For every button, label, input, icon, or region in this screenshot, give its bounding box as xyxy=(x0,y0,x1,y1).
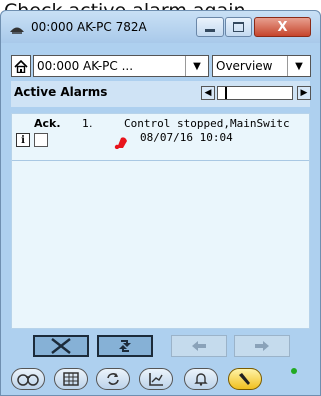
graph-icon xyxy=(149,373,163,386)
wrench-icon xyxy=(239,373,250,385)
chevron-down-icon[interactable]: ▼ xyxy=(185,56,208,76)
next-button[interactable] xyxy=(234,335,290,357)
acknowledge-button[interactable] xyxy=(33,335,89,357)
chevron-down-icon[interactable]: ▼ xyxy=(287,56,310,76)
maximize-button[interactable] xyxy=(225,17,252,37)
prev-button[interactable] xyxy=(171,335,227,357)
home-icon xyxy=(14,59,28,73)
arrow-left-icon xyxy=(192,341,206,351)
service-button[interactable] xyxy=(228,368,262,390)
app-icon xyxy=(10,27,24,34)
scrollbar-thumb[interactable] xyxy=(225,87,227,99)
bottom-navigation xyxy=(9,366,315,394)
status-indicator xyxy=(291,368,297,374)
bell-icon xyxy=(194,373,208,386)
window-title: 00:000 AK-PC 782A xyxy=(31,20,147,34)
home-button[interactable] xyxy=(11,55,31,77)
alarms-button[interactable] xyxy=(184,368,218,390)
x-icon xyxy=(51,338,71,354)
maximize-icon xyxy=(233,22,244,32)
host-select[interactable]: 00:000 AK-PC ... ▼ xyxy=(33,55,209,77)
bell-icon xyxy=(114,137,127,149)
scroll-right-button[interactable]: ▶ xyxy=(297,86,311,100)
graph-button[interactable] xyxy=(139,368,173,390)
action-toolbar xyxy=(33,335,293,359)
refresh-button[interactable] xyxy=(97,335,153,357)
title-bar: 00:000 AK-PC 782A X xyxy=(1,11,320,43)
view-select[interactable]: Overview ▼ xyxy=(212,55,311,77)
grid-icon xyxy=(63,372,79,386)
alarm-header: Active Alarms ◀ ▶ xyxy=(11,81,311,107)
section-title: Active Alarms xyxy=(14,85,108,99)
alarm-list: Ack. 1. Control stopped,MainSwitc i 08/0… xyxy=(11,113,310,329)
arrow-right-icon xyxy=(255,341,269,351)
alarm-number: 1. xyxy=(82,117,93,130)
alarm-message: Control stopped,MainSwitc xyxy=(124,117,290,130)
view-select-value: Overview xyxy=(216,59,273,73)
refresh-icon xyxy=(107,373,119,385)
info-button[interactable]: i xyxy=(16,133,30,147)
refresh-icon xyxy=(119,340,131,352)
overview-button[interactable] xyxy=(11,368,45,390)
minimize-button[interactable] xyxy=(196,17,224,37)
host-select-value: 00:000 AK-PC ... xyxy=(37,59,134,73)
scroll-left-button[interactable]: ◀ xyxy=(201,86,215,100)
app-window: 00:000 AK-PC 782A X 00:000 AK-PC ... ▼ O… xyxy=(0,10,321,396)
ack-label: Ack. xyxy=(34,117,61,130)
minimize-icon xyxy=(205,28,215,32)
navigation-row: 00:000 AK-PC ... ▼ Overview ▼ xyxy=(11,55,311,79)
sync-button[interactable] xyxy=(96,368,130,390)
arrow-right-icon: ▶ xyxy=(300,88,308,98)
close-button[interactable]: X xyxy=(254,17,311,37)
arrow-left-icon: ◀ xyxy=(204,88,212,98)
binoculars-icon xyxy=(17,374,39,386)
alarm-row[interactable]: Ack. 1. Control stopped,MainSwitc i 08/0… xyxy=(12,114,309,161)
grid-button[interactable] xyxy=(54,368,88,390)
horizontal-scrollbar[interactable] xyxy=(217,86,293,100)
ack-checkbox[interactable] xyxy=(34,133,48,147)
alarm-timestamp: 08/07/16 10:04 xyxy=(140,131,233,144)
